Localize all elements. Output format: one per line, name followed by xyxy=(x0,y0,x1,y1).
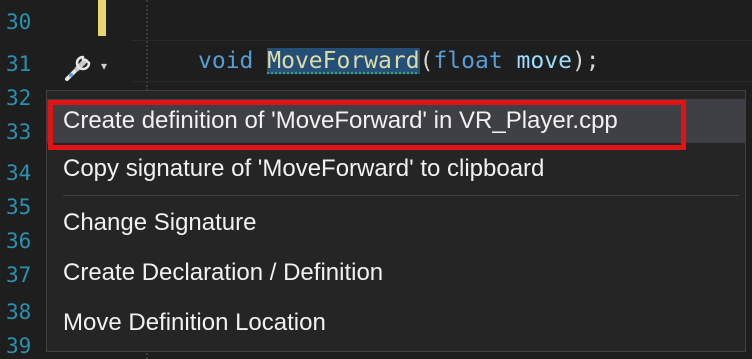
chevron-down-icon[interactable]: ▾ xyxy=(101,59,107,73)
line-number: 32 xyxy=(6,86,32,110)
change-indicator-bar xyxy=(98,0,106,36)
code-line-declaration[interactable]: void MoveForward(float move); xyxy=(198,46,600,76)
menu-item-change-signature[interactable]: Change Signature xyxy=(47,201,745,245)
line-number: 33 xyxy=(6,120,32,144)
line-number: 39 xyxy=(6,334,32,358)
close-paren-semicolon: ); xyxy=(571,48,600,74)
menu-item-create-declaration-definition[interactable]: Create Declaration / Definition xyxy=(47,251,745,295)
keyword-void: void xyxy=(198,48,254,74)
quick-actions-button[interactable]: ▾ xyxy=(50,46,120,86)
menu-item-copy-signature[interactable]: Copy signature of 'MoveForward' to clipb… xyxy=(47,147,745,191)
menu-item-create-definition[interactable]: Create definition of 'MoveForward' in VR… xyxy=(47,99,745,143)
param-name: move xyxy=(516,48,572,74)
line-number: 31 xyxy=(6,52,32,76)
open-paren: ( xyxy=(419,48,434,74)
line-number: 34 xyxy=(6,161,32,185)
line-number-gutter: 30 31 32 33 34 35 36 37 38 39 xyxy=(0,0,50,359)
screwdriver-icon xyxy=(63,49,97,83)
line-number: 37 xyxy=(6,263,32,287)
line-number: 35 xyxy=(6,195,32,219)
menu-separator xyxy=(63,195,739,196)
line-number: 36 xyxy=(6,229,32,253)
menu-item-move-definition-location[interactable]: Move Definition Location xyxy=(47,301,745,345)
quick-actions-menu: Create definition of 'MoveForward' in VR… xyxy=(46,90,746,352)
line-number: 30 xyxy=(6,10,32,34)
function-name[interactable]: MoveForward xyxy=(267,48,420,74)
keyword-float: float xyxy=(433,48,503,74)
line-number: 38 xyxy=(6,300,32,324)
